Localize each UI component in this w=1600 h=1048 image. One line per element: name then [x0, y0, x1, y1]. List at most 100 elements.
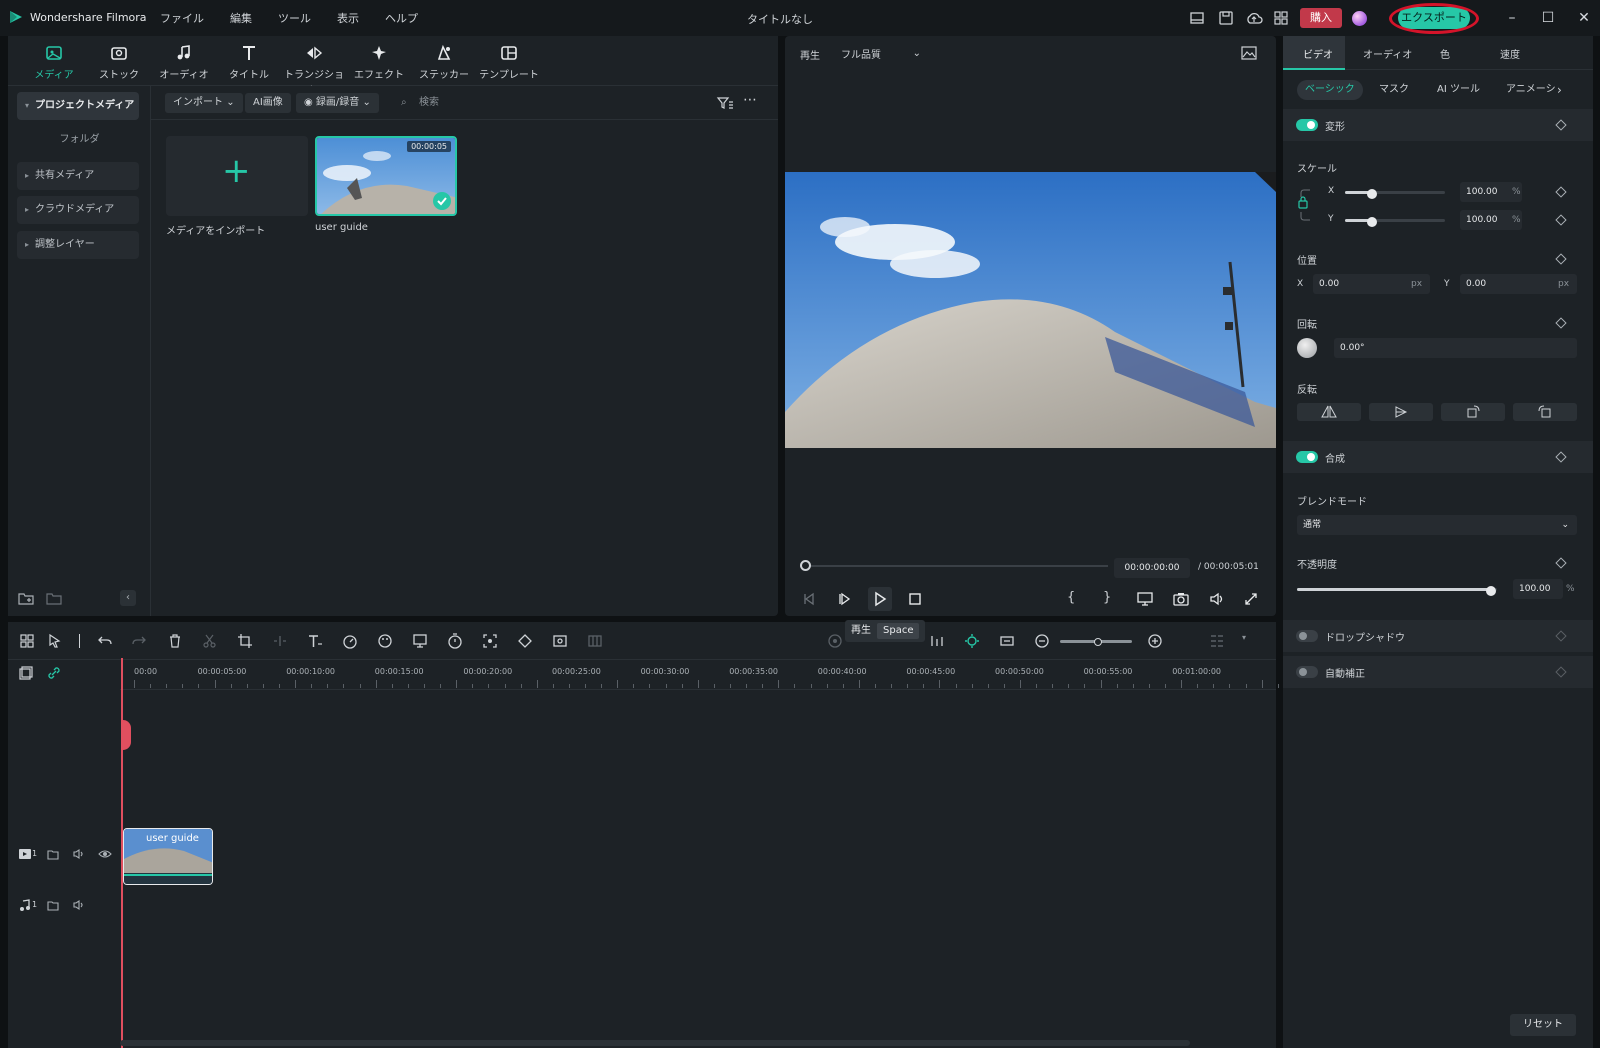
rotate-left-button[interactable] — [1513, 403, 1577, 421]
undo-icon[interactable] — [96, 632, 114, 650]
auto-enhance-toggle[interactable] — [1296, 666, 1318, 678]
keyframe-diamond-icon[interactable] — [1555, 630, 1567, 642]
chevron-right-icon[interactable]: › — [1557, 83, 1562, 97]
video-preview-frame[interactable] — [785, 172, 1276, 448]
keyframe-diamond-icon[interactable] — [1555, 666, 1567, 678]
flip-horizontal-button[interactable] — [1297, 403, 1361, 421]
tab-audio[interactable]: オーディオ — [153, 44, 215, 81]
sidebar-item-cloud-media[interactable]: ▸ クラウドメディア — [17, 196, 139, 224]
transform-toggle[interactable] — [1296, 119, 1318, 131]
opacity-slider-knob[interactable] — [1486, 586, 1496, 596]
ai-magnet-icon[interactable] — [963, 632, 981, 650]
tab-video[interactable]: ビデオ — [1303, 46, 1333, 61]
tab-stock[interactable]: ストック — [88, 44, 150, 81]
import-media-tile[interactable]: + — [166, 136, 308, 216]
scissors-icon[interactable] — [201, 632, 219, 650]
rotation-dial[interactable] — [1297, 338, 1317, 358]
zoom-slider-knob[interactable] — [1094, 638, 1102, 646]
avatar[interactable] — [1352, 11, 1367, 26]
import-dropdown[interactable]: インポート ⌄ — [165, 93, 243, 113]
mark-in-icon[interactable]: { — [1067, 590, 1075, 605]
subtab-basic[interactable]: ベーシック — [1297, 80, 1363, 100]
mute-audio-icon[interactable] — [72, 898, 86, 912]
minimize-icon[interactable]: – — [1503, 9, 1521, 27]
preview-progress-knob[interactable] — [800, 560, 811, 571]
zoom-in-icon[interactable] — [1146, 632, 1164, 650]
cloud-upload-icon[interactable] — [1245, 9, 1263, 27]
close-icon[interactable]: ✕ — [1575, 9, 1593, 27]
search-input[interactable]: ⌕ 検索 — [397, 93, 667, 113]
rotate-right-button[interactable] — [1441, 403, 1505, 421]
drop-shadow-toggle[interactable] — [1296, 630, 1318, 642]
preview-progress-track[interactable] — [800, 565, 1108, 567]
playhead[interactable] — [121, 658, 123, 1048]
delete-trash-icon[interactable] — [166, 632, 184, 650]
folder-lock-icon[interactable] — [46, 898, 60, 912]
flip-vertical-button[interactable] — [1369, 403, 1433, 421]
quality-dropdown[interactable]: フル品質 ⌄ — [835, 42, 925, 64]
timer-icon[interactable] — [446, 632, 464, 650]
fullscreen-icon[interactable] — [1242, 590, 1260, 608]
chevron-down-icon[interactable]: ▾ — [1242, 633, 1246, 642]
ai-image-button[interactable]: AI画像 — [245, 93, 291, 113]
filter-icon[interactable] — [716, 95, 734, 111]
tab-effect[interactable]: エフェクト — [348, 44, 410, 81]
tab-sticker[interactable]: ステッカー — [413, 44, 475, 81]
grid-apps-icon[interactable] — [1272, 9, 1290, 27]
timeline-scrollbar[interactable] — [120, 1040, 1190, 1046]
stop-icon[interactable] — [906, 590, 924, 608]
auto-reframe-icon[interactable] — [481, 632, 499, 650]
tab-title[interactable]: タイトル — [218, 44, 280, 81]
media-clip-thumbnail[interactable]: 00:00:05 — [315, 136, 457, 216]
render-preview-icon[interactable] — [826, 632, 844, 650]
motion-tracking-icon[interactable] — [551, 632, 569, 650]
add-track-icon[interactable] — [18, 665, 34, 681]
crop-icon[interactable] — [236, 632, 254, 650]
scale-x-slider-knob[interactable] — [1367, 189, 1377, 199]
snapshot-camera-icon[interactable] — [1172, 590, 1190, 608]
sidebar-item-project-media[interactable]: ▾ プロジェクトメディア — [17, 92, 139, 120]
preview-image-icon[interactable] — [1240, 45, 1258, 61]
split-screen-icon[interactable] — [586, 632, 604, 650]
blend-mode-dropdown[interactable]: 通常 ⌄ — [1297, 515, 1577, 535]
tab-audio-settings[interactable]: オーディオ — [1363, 46, 1412, 61]
folder-lock-icon[interactable] — [46, 847, 60, 861]
timeline-ruler[interactable]: 00:00 00:00:05:00 00:00:10:00 00:00:15:00 00… — [120, 662, 1279, 690]
speed-icon[interactable] — [341, 632, 359, 650]
volume-icon[interactable] — [1208, 590, 1226, 608]
more-options-icon[interactable]: ⋯ — [743, 92, 757, 108]
keyframe-tool-icon[interactable] — [516, 632, 534, 650]
rotation-input[interactable]: 0.00° — [1334, 338, 1577, 358]
tab-color[interactable]: 色 — [1440, 46, 1450, 61]
subtab-animation[interactable]: アニメーシ — [1498, 80, 1564, 100]
select-pointer-icon[interactable] — [46, 632, 64, 650]
display-monitor-icon[interactable] — [1136, 590, 1154, 608]
reset-button[interactable]: リセット — [1510, 1014, 1576, 1036]
keyframe-diamond-icon[interactable] — [1555, 451, 1567, 463]
eye-visibility-icon[interactable] — [98, 847, 112, 861]
record-dropdown[interactable]: ◉ 録画/録音 ⌄ — [296, 93, 379, 113]
tab-template[interactable]: テンプレート — [478, 44, 540, 81]
tab-media[interactable]: メディア — [23, 44, 85, 81]
tab-speed[interactable]: 速度 — [1500, 46, 1520, 61]
sidebar-item-shared-media[interactable]: ▸ 共有メディア — [17, 162, 139, 190]
collapse-sidebar-icon[interactable]: ‹ — [120, 590, 136, 606]
zoom-out-icon[interactable] — [1033, 632, 1051, 650]
maximize-icon[interactable]: ☐ — [1539, 9, 1557, 27]
track-layout-icon[interactable] — [1208, 632, 1226, 650]
audio-mixer-icon[interactable] — [928, 632, 946, 650]
subtab-mask[interactable]: マスク — [1371, 80, 1417, 100]
composite-toggle[interactable] — [1296, 451, 1318, 463]
save-icon[interactable] — [1217, 9, 1235, 27]
color-palette-icon[interactable] — [376, 632, 394, 650]
lock-ratio-icon[interactable] — [1298, 188, 1314, 222]
green-screen-icon[interactable] — [411, 632, 429, 650]
previous-frame-icon[interactable] — [800, 590, 818, 608]
link-icon[interactable] — [46, 665, 62, 681]
opacity-input[interactable]: 100.00 — [1513, 579, 1563, 599]
buy-button[interactable]: 購入 — [1300, 8, 1342, 28]
subtab-ai-tools[interactable]: AI ツール — [1429, 80, 1488, 100]
redo-icon[interactable] — [130, 632, 148, 650]
timeline-video-clip[interactable]: user guide — [123, 828, 213, 885]
layout-grid-icon[interactable] — [18, 632, 36, 650]
